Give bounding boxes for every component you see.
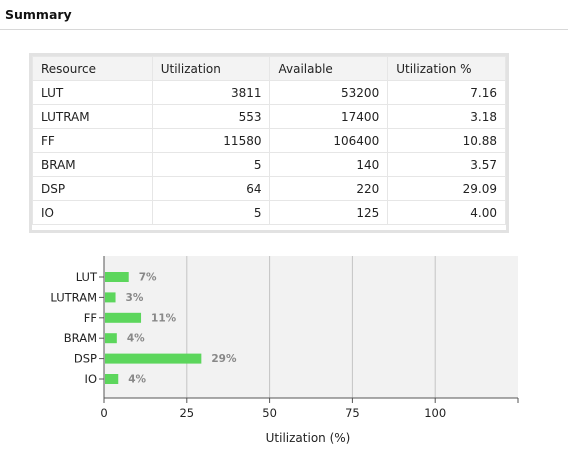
- utilization-bar-chart: 0 25 50 75 100 LUT 7% LUTRAM 3% FF 11% BRAM 4% DSP 29%…: [50, 256, 519, 445]
- data-label: 3%: [126, 292, 144, 304]
- bar: [105, 333, 117, 344]
- x-tick-label: 25: [179, 406, 194, 420]
- category-label: FF: [84, 311, 97, 325]
- bar: [105, 272, 129, 282]
- bar: [105, 353, 202, 364]
- category-label: LUT: [76, 270, 98, 284]
- data-label: 11%: [151, 312, 177, 324]
- x-tick-label: 0: [100, 406, 107, 420]
- category-label: LUTRAM: [50, 290, 97, 304]
- data-label: 4%: [127, 333, 145, 345]
- data-label: 4%: [128, 374, 146, 386]
- category-label: BRAM: [64, 331, 97, 345]
- bar: [105, 374, 119, 384]
- category-label: IO: [85, 372, 97, 386]
- x-tick-label: 50: [262, 406, 277, 420]
- plot-area: [104, 256, 518, 398]
- data-label: 29%: [211, 353, 237, 365]
- category-label: DSP: [74, 352, 97, 366]
- x-axis-title: Utilization (%): [266, 431, 351, 445]
- data-label: 7%: [139, 272, 157, 284]
- bar: [105, 312, 142, 323]
- bar: [105, 292, 116, 303]
- x-tick-label: 75: [345, 406, 360, 420]
- x-tick-label: 100: [424, 406, 446, 420]
